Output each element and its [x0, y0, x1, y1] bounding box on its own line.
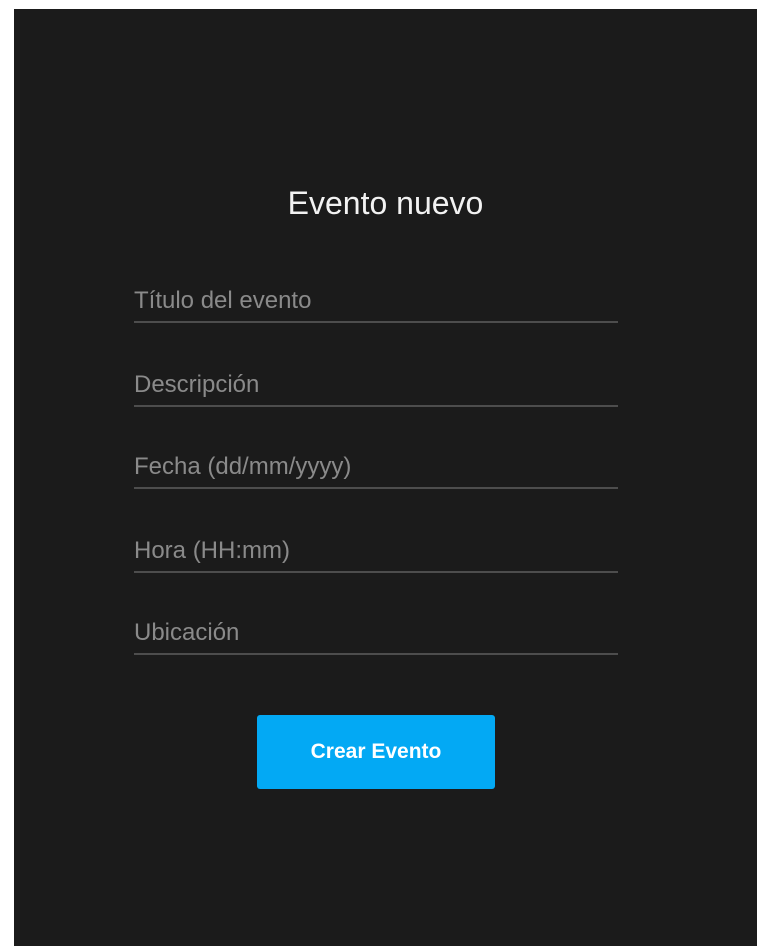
description-input[interactable] [134, 365, 618, 405]
app-screen: Evento nuevo Crear Evento [14, 9, 757, 946]
time-input[interactable] [134, 531, 618, 571]
time-field[interactable] [134, 531, 618, 573]
date-input[interactable] [134, 447, 618, 487]
date-field[interactable] [134, 447, 618, 489]
location-field[interactable] [134, 613, 618, 655]
location-input[interactable] [134, 613, 618, 653]
page-title: Evento nuevo [287, 185, 484, 221]
description-field[interactable] [134, 365, 618, 407]
event-title-input[interactable] [134, 281, 618, 321]
event-title-field[interactable] [134, 281, 618, 323]
create-event-button[interactable]: Crear Evento [257, 715, 495, 789]
